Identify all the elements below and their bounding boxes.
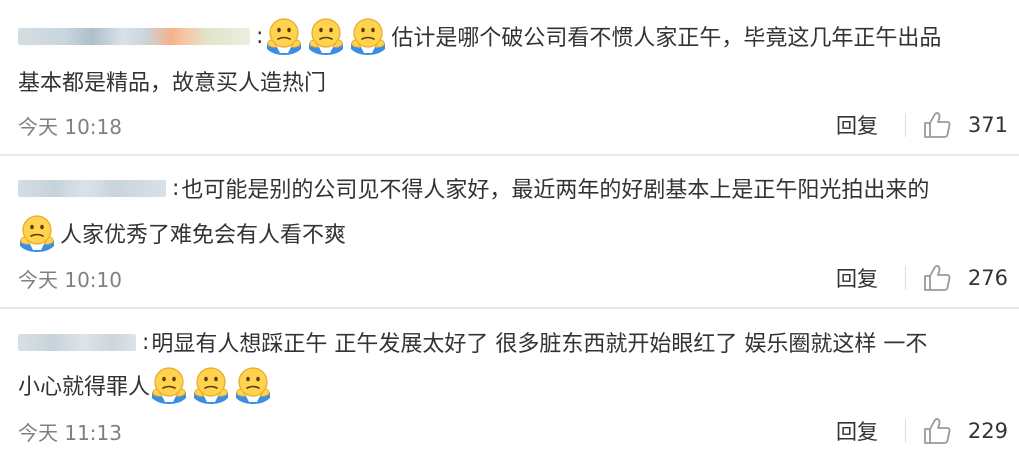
comment-text: 估计是哪个破公司看不惯人家正午，毕竟这几年正午出品 (391, 26, 942, 51)
divider (905, 113, 906, 137)
comment-text: 也可能是别的公司见不得人家好，最近两年的好剧基本上是正午阳光拍出来的 (181, 178, 930, 203)
timestamp: 今天 11:13 (18, 420, 122, 445)
comment-line: 基本都是精品，故意买人造热门 (18, 61, 326, 101)
comment-line: 人家优秀了难免会有人看不爽 (18, 213, 346, 253)
comment-text: 人家优秀了难免会有人看不爽 (60, 223, 347, 248)
comment-line: : 明显有人想踩正午 正午发展太好了 很多脏东西就开始眼红了 娱乐圈就这样 一不 (18, 322, 927, 362)
comment-line: : 估计是哪个破公司看不惯人家正午，毕竟这几年正午出品 (18, 16, 941, 56)
blurred-username[interactable] (18, 179, 166, 197)
reply-button[interactable]: 回复 (836, 263, 878, 293)
comment-text: 小心就得罪人 (18, 375, 151, 400)
colon: : (256, 23, 264, 49)
divider (905, 266, 906, 290)
reply-button[interactable]: 回复 (836, 416, 878, 446)
shrug-face-icon (265, 16, 303, 56)
comment-line: 小心就得罪人 (18, 365, 276, 405)
comment-line: : 也可能是别的公司见不得人家好，最近两年的好剧基本上是正午阳光拍出来的 (18, 168, 929, 208)
like-count: 276 (967, 266, 1008, 290)
shrug-face-icon (307, 16, 345, 56)
comment-item: : 也可能是别的公司见不得人家好，最近两年的好剧基本上是正午阳光拍出来的 人家优… (0, 156, 1019, 308)
comment-meta: 今天 11:13 回复 229 (18, 413, 1008, 449)
colon: : (172, 175, 180, 201)
shrug-face-icon (18, 213, 56, 253)
shrug-face-icon (234, 365, 272, 405)
like-count: 229 (967, 419, 1008, 443)
thumbs-up-icon[interactable] (922, 416, 952, 446)
comment-meta: 今天 10:10 回复 276 (18, 260, 1008, 296)
timestamp: 今天 10:10 (18, 267, 122, 292)
comment-item: : 明显有人想踩正午 正午发展太好了 很多脏东西就开始眼红了 娱乐圈就这样 一不… (0, 309, 1019, 457)
shrug-face-icon (150, 365, 188, 405)
colon: : (142, 329, 150, 355)
blurred-username[interactable] (18, 27, 250, 45)
shrug-face-icon (349, 16, 387, 56)
comment-text: 明显有人想踩正午 正午发展太好了 很多脏东西就开始眼红了 娱乐圈就这样 一不 (151, 332, 928, 357)
comment-text: 基本都是精品，故意买人造热门 (18, 71, 327, 96)
like-count: 371 (967, 113, 1008, 137)
thumbs-up-icon[interactable] (922, 263, 952, 293)
comment-item: : 估计是哪个破公司看不惯人家正午，毕竟这几年正午出品 基本都是精品，故意买人造… (0, 0, 1019, 155)
blurred-username[interactable] (18, 333, 136, 351)
timestamp: 今天 10:18 (18, 114, 122, 139)
divider (905, 419, 906, 443)
shrug-face-icon (192, 365, 230, 405)
thumbs-up-icon[interactable] (922, 110, 952, 140)
reply-button[interactable]: 回复 (836, 110, 878, 140)
comment-meta: 今天 10:18 回复 371 (18, 107, 1008, 143)
